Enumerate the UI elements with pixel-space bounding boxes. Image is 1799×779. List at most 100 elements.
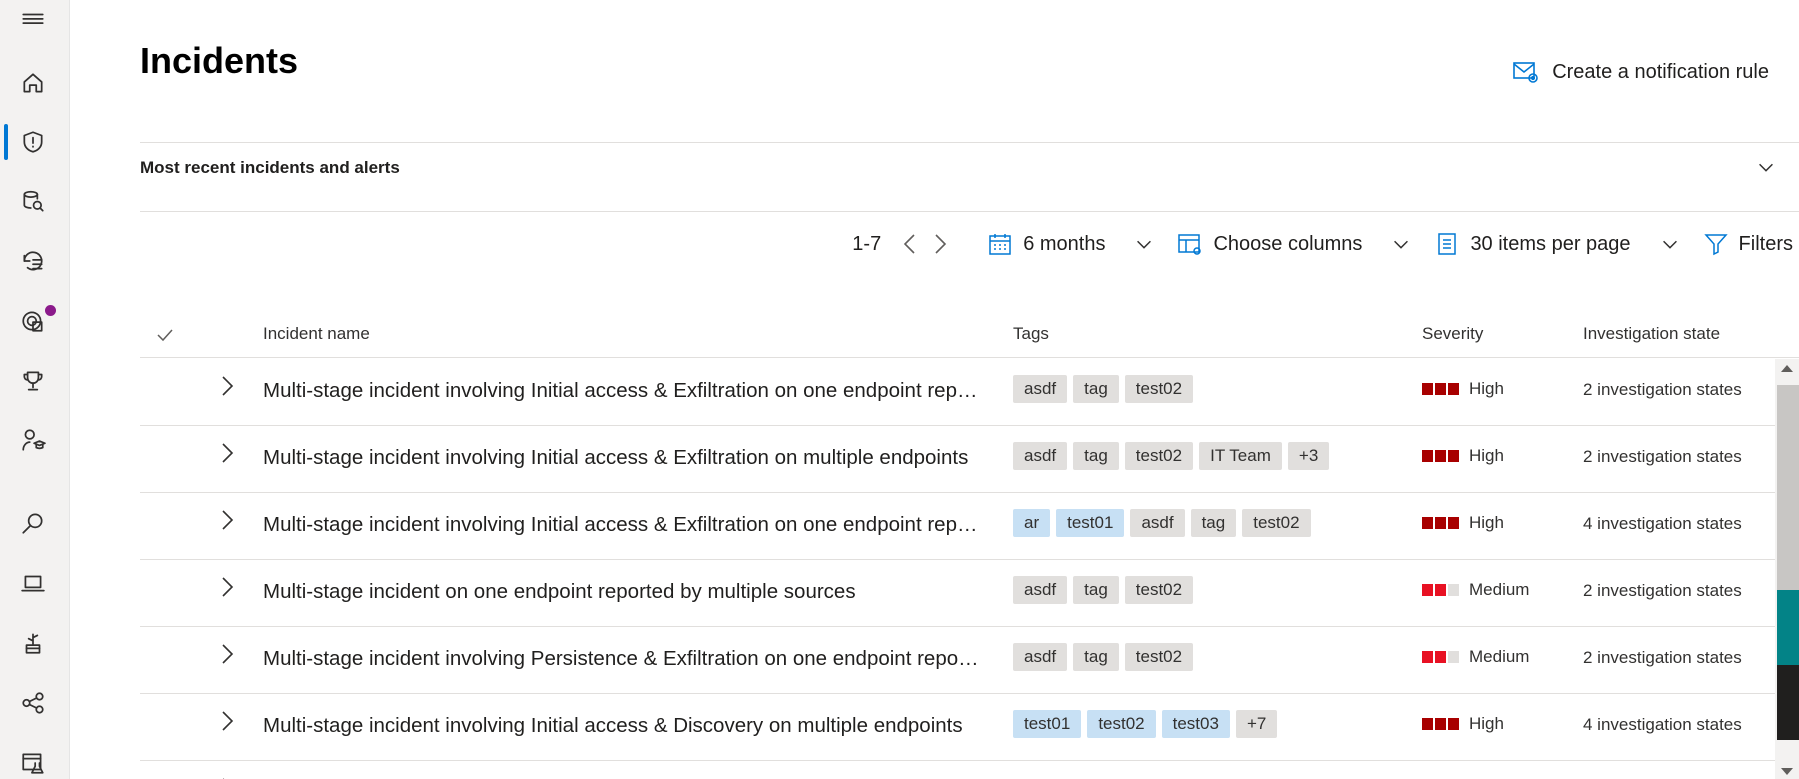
tag: test02: [1087, 710, 1156, 738]
chevron-down-icon: [1390, 233, 1412, 255]
chevron-down-icon[interactable]: [1755, 156, 1777, 178]
tag-list: asdf tag test02 IT Team +3: [1013, 442, 1330, 470]
severity: Medium: [1422, 647, 1529, 667]
page-title: Incidents: [140, 40, 299, 81]
tag: tag: [1073, 442, 1119, 470]
tag: tag: [1073, 643, 1119, 671]
graph-nodes-icon[interactable]: [18, 688, 48, 718]
severity-label: Medium: [1469, 647, 1530, 666]
table-row[interactable]: Multi-stage incident involving Initial a…: [140, 359, 1775, 426]
hamburger-icon[interactable]: [18, 6, 48, 36]
table-row[interactable]: Multi-stage incident on one endpoint rep…: [140, 560, 1775, 627]
chevron-right-icon[interactable]: [218, 373, 236, 399]
tag: tag: [1190, 509, 1237, 537]
tag: +7: [1235, 710, 1278, 738]
chevron-left-icon[interactable]: [899, 231, 921, 257]
tag: test02: [1124, 643, 1194, 671]
threat-analytics-icon[interactable]: [18, 306, 48, 336]
scrollbar-thumb[interactable]: [1777, 385, 1799, 593]
left-nav-rail: [0, 0, 70, 779]
trophy-icon[interactable]: [18, 366, 48, 396]
column-header-investigation-state[interactable]: Investigation state: [1583, 324, 1720, 344]
tag: tag: [1073, 576, 1119, 604]
table-row[interactable]: Multi-stage incident involving Initial a…: [140, 426, 1775, 493]
investigation-state: 4 investigation states: [1583, 514, 1742, 533]
scroll-up-arrow-icon[interactable]: [1781, 365, 1793, 372]
table-settings-icon: [1177, 231, 1203, 257]
tag: test01: [1056, 509, 1125, 537]
history-list-icon[interactable]: [18, 246, 48, 276]
column-header-incident-name[interactable]: Incident name: [263, 324, 370, 344]
shield-icon[interactable]: [18, 127, 48, 157]
incident-name[interactable]: Multi-stage incident on one endpoint rep…: [263, 580, 983, 604]
divider: [140, 142, 1799, 143]
learning-hub-icon[interactable]: [18, 425, 48, 455]
incident-name[interactable]: Multi-stage incident involving Initial a…: [263, 513, 983, 537]
tag: test02: [1124, 576, 1194, 604]
severity: High: [1422, 714, 1504, 734]
table-row[interactable]: [140, 761, 1775, 779]
investigation-state: 2 investigation states: [1583, 581, 1742, 600]
create-notification-rule-label: Create a notification rule: [1552, 60, 1769, 83]
active-indicator: [4, 124, 8, 160]
plant-icon[interactable]: [18, 628, 48, 658]
table-row[interactable]: Multi-stage incident involving Persisten…: [140, 627, 1775, 694]
chevron-right-icon[interactable]: [218, 507, 236, 533]
items-per-page-label: 30 items per page: [1470, 232, 1631, 255]
chevron-right-icon[interactable]: [218, 440, 236, 466]
filters-button[interactable]: Filters: [1703, 231, 1793, 257]
tag: +3: [1287, 442, 1330, 470]
chevron-down-icon: [1133, 233, 1155, 255]
chevron-right-icon[interactable]: [218, 641, 236, 667]
chevron-right-icon[interactable]: [218, 775, 236, 779]
incident-name[interactable]: Multi-stage incident involving Initial a…: [263, 379, 983, 403]
home-icon[interactable]: [18, 68, 48, 98]
column-header-tags[interactable]: Tags: [1013, 324, 1049, 344]
tag: test02: [1124, 442, 1194, 470]
tag: asdf: [1013, 576, 1068, 604]
incident-name[interactable]: Multi-stage incident involving Initial a…: [263, 714, 983, 738]
scrollbar-overlay-dark: [1777, 665, 1799, 740]
chevron-right-icon[interactable]: [218, 574, 236, 600]
items-per-page-dropdown[interactable]: 30 items per page: [1434, 231, 1680, 257]
tag: asdf: [1013, 643, 1068, 671]
create-notification-rule-button[interactable]: Create a notification rule: [1512, 60, 1769, 84]
tag: asdf: [1130, 509, 1185, 537]
search-icon[interactable]: [18, 508, 48, 538]
laptop-icon[interactable]: [18, 568, 48, 598]
tag: test01: [1013, 710, 1082, 738]
list-icon: [1434, 231, 1460, 257]
chevron-right-icon[interactable]: [218, 708, 236, 734]
vertical-scrollbar[interactable]: [1775, 359, 1799, 779]
checkmark-icon: [157, 329, 173, 342]
lab-icon[interactable]: [18, 748, 48, 778]
choose-columns-dropdown[interactable]: Choose columns: [1177, 231, 1412, 257]
chevron-right-icon[interactable]: [929, 231, 951, 257]
severity-bar-icon: [1422, 584, 1459, 596]
table-row[interactable]: Multi-stage incident involving Initial a…: [140, 493, 1775, 560]
pager-nav: [899, 231, 951, 257]
incident-name[interactable]: Multi-stage incident involving Persisten…: [263, 647, 983, 671]
tag-list: asdf tag test02: [1013, 375, 1194, 403]
table-header: Incident name Tags Severity Investigatio…: [140, 310, 1799, 358]
database-search-icon[interactable]: [18, 187, 48, 217]
notification-dot: [45, 305, 56, 316]
time-range-dropdown[interactable]: 6 months: [987, 231, 1155, 257]
tag: IT Team: [1199, 442, 1282, 470]
select-all-checkbox[interactable]: [154, 324, 176, 346]
table-toolbar: 1-7 6 months Choose columns 30 items per…: [852, 228, 1793, 260]
recent-incidents-section-label[interactable]: Most recent incidents and alerts: [140, 158, 400, 178]
incident-name[interactable]: Multi-stage incident involving Initial a…: [263, 446, 983, 470]
severity-label: High: [1469, 446, 1504, 465]
tag-list: asdf tag test02: [1013, 576, 1194, 604]
severity-bar-icon: [1422, 450, 1459, 462]
tag: ar: [1013, 509, 1051, 537]
column-header-severity[interactable]: Severity: [1422, 324, 1483, 344]
time-range-label: 6 months: [1023, 232, 1106, 255]
severity-label: High: [1469, 513, 1504, 532]
severity-bar-icon: [1422, 383, 1459, 395]
scroll-down-arrow-icon[interactable]: [1781, 768, 1793, 775]
page-range: 1-7: [852, 232, 882, 255]
tag: test03: [1161, 710, 1230, 738]
table-row[interactable]: Multi-stage incident involving Initial a…: [140, 694, 1775, 761]
